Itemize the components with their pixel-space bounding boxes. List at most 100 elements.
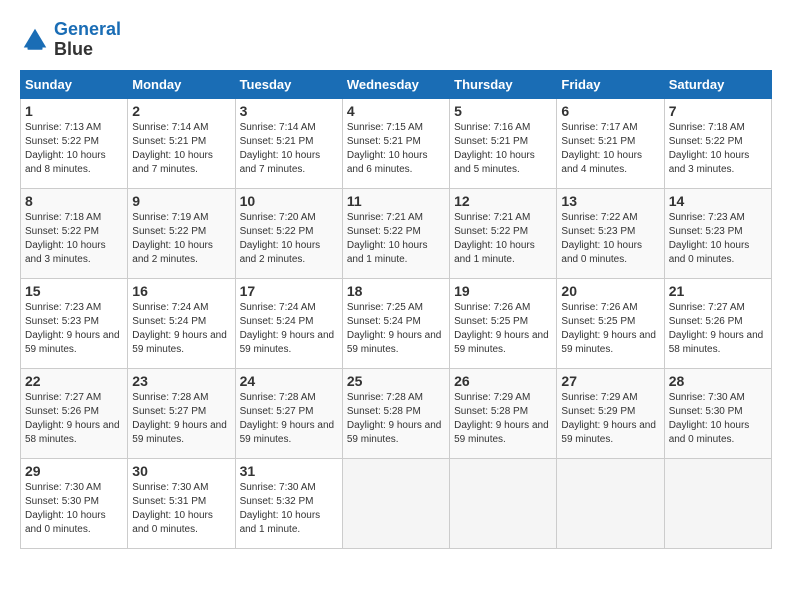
calendar-day: 25 Sunrise: 7:28 AM Sunset: 5:28 PM Dayl… <box>342 368 449 458</box>
day-number: 21 <box>669 283 767 299</box>
calendar-day: 11 Sunrise: 7:21 AM Sunset: 5:22 PM Dayl… <box>342 188 449 278</box>
logo: GeneralBlue <box>20 20 121 60</box>
calendar-day <box>664 458 771 548</box>
calendar-day: 20 Sunrise: 7:26 AM Sunset: 5:25 PM Dayl… <box>557 278 664 368</box>
day-number: 25 <box>347 373 445 389</box>
day-number: 20 <box>561 283 659 299</box>
day-info: Sunrise: 7:30 AM Sunset: 5:32 PM Dayligh… <box>240 481 338 537</box>
calendar-header: SundayMondayTuesdayWednesdayThursdayFrid… <box>21 70 772 98</box>
day-info: Sunrise: 7:21 AM Sunset: 5:22 PM Dayligh… <box>347 211 445 267</box>
logo-text: GeneralBlue <box>54 20 121 60</box>
calendar-day: 12 Sunrise: 7:21 AM Sunset: 5:22 PM Dayl… <box>450 188 557 278</box>
day-info: Sunrise: 7:19 AM Sunset: 5:22 PM Dayligh… <box>132 211 230 267</box>
calendar-day: 29 Sunrise: 7:30 AM Sunset: 5:30 PM Dayl… <box>21 458 128 548</box>
weekday-header-saturday: Saturday <box>664 70 771 98</box>
day-info: Sunrise: 7:18 AM Sunset: 5:22 PM Dayligh… <box>669 121 767 177</box>
day-info: Sunrise: 7:28 AM Sunset: 5:28 PM Dayligh… <box>347 391 445 447</box>
day-number: 26 <box>454 373 552 389</box>
calendar-week-3: 15 Sunrise: 7:23 AM Sunset: 5:23 PM Dayl… <box>21 278 772 368</box>
calendar-day: 5 Sunrise: 7:16 AM Sunset: 5:21 PM Dayli… <box>450 98 557 188</box>
calendar-day: 8 Sunrise: 7:18 AM Sunset: 5:22 PM Dayli… <box>21 188 128 278</box>
day-info: Sunrise: 7:24 AM Sunset: 5:24 PM Dayligh… <box>240 301 338 357</box>
day-info: Sunrise: 7:23 AM Sunset: 5:23 PM Dayligh… <box>669 211 767 267</box>
day-info: Sunrise: 7:26 AM Sunset: 5:25 PM Dayligh… <box>561 301 659 357</box>
calendar-day: 19 Sunrise: 7:26 AM Sunset: 5:25 PM Dayl… <box>450 278 557 368</box>
calendar-day <box>450 458 557 548</box>
day-number: 23 <box>132 373 230 389</box>
day-number: 6 <box>561 103 659 119</box>
day-number: 27 <box>561 373 659 389</box>
day-number: 29 <box>25 463 123 479</box>
day-info: Sunrise: 7:18 AM Sunset: 5:22 PM Dayligh… <box>25 211 123 267</box>
day-number: 24 <box>240 373 338 389</box>
calendar-day: 18 Sunrise: 7:25 AM Sunset: 5:24 PM Dayl… <box>342 278 449 368</box>
day-info: Sunrise: 7:25 AM Sunset: 5:24 PM Dayligh… <box>347 301 445 357</box>
calendar-day: 1 Sunrise: 7:13 AM Sunset: 5:22 PM Dayli… <box>21 98 128 188</box>
calendar-day: 15 Sunrise: 7:23 AM Sunset: 5:23 PM Dayl… <box>21 278 128 368</box>
calendar-week-4: 22 Sunrise: 7:27 AM Sunset: 5:26 PM Dayl… <box>21 368 772 458</box>
day-info: Sunrise: 7:27 AM Sunset: 5:26 PM Dayligh… <box>25 391 123 447</box>
weekday-header-monday: Monday <box>128 70 235 98</box>
logo-icon <box>20 25 50 55</box>
calendar-day: 9 Sunrise: 7:19 AM Sunset: 5:22 PM Dayli… <box>128 188 235 278</box>
weekday-header-tuesday: Tuesday <box>235 70 342 98</box>
day-number: 14 <box>669 193 767 209</box>
calendar-week-5: 29 Sunrise: 7:30 AM Sunset: 5:30 PM Dayl… <box>21 458 772 548</box>
calendar-day: 17 Sunrise: 7:24 AM Sunset: 5:24 PM Dayl… <box>235 278 342 368</box>
calendar-day <box>342 458 449 548</box>
calendar-day: 3 Sunrise: 7:14 AM Sunset: 5:21 PM Dayli… <box>235 98 342 188</box>
day-number: 13 <box>561 193 659 209</box>
calendar-day: 24 Sunrise: 7:28 AM Sunset: 5:27 PM Dayl… <box>235 368 342 458</box>
day-number: 17 <box>240 283 338 299</box>
day-number: 2 <box>132 103 230 119</box>
day-number: 9 <box>132 193 230 209</box>
day-number: 10 <box>240 193 338 209</box>
day-info: Sunrise: 7:14 AM Sunset: 5:21 PM Dayligh… <box>240 121 338 177</box>
day-number: 4 <box>347 103 445 119</box>
day-number: 28 <box>669 373 767 389</box>
calendar-day: 14 Sunrise: 7:23 AM Sunset: 5:23 PM Dayl… <box>664 188 771 278</box>
calendar-day: 31 Sunrise: 7:30 AM Sunset: 5:32 PM Dayl… <box>235 458 342 548</box>
day-number: 8 <box>25 193 123 209</box>
day-number: 15 <box>25 283 123 299</box>
day-info: Sunrise: 7:29 AM Sunset: 5:28 PM Dayligh… <box>454 391 552 447</box>
calendar-day: 28 Sunrise: 7:30 AM Sunset: 5:30 PM Dayl… <box>664 368 771 458</box>
calendar-day: 26 Sunrise: 7:29 AM Sunset: 5:28 PM Dayl… <box>450 368 557 458</box>
day-number: 3 <box>240 103 338 119</box>
day-number: 7 <box>669 103 767 119</box>
calendar-day: 10 Sunrise: 7:20 AM Sunset: 5:22 PM Dayl… <box>235 188 342 278</box>
day-info: Sunrise: 7:30 AM Sunset: 5:30 PM Dayligh… <box>669 391 767 447</box>
calendar-day <box>557 458 664 548</box>
calendar-body: 1 Sunrise: 7:13 AM Sunset: 5:22 PM Dayli… <box>21 98 772 548</box>
calendar-table: SundayMondayTuesdayWednesdayThursdayFrid… <box>20 70 772 549</box>
day-number: 1 <box>25 103 123 119</box>
day-info: Sunrise: 7:30 AM Sunset: 5:30 PM Dayligh… <box>25 481 123 537</box>
day-info: Sunrise: 7:13 AM Sunset: 5:22 PM Dayligh… <box>25 121 123 177</box>
day-number: 30 <box>132 463 230 479</box>
day-info: Sunrise: 7:23 AM Sunset: 5:23 PM Dayligh… <box>25 301 123 357</box>
calendar-week-1: 1 Sunrise: 7:13 AM Sunset: 5:22 PM Dayli… <box>21 98 772 188</box>
calendar-day: 7 Sunrise: 7:18 AM Sunset: 5:22 PM Dayli… <box>664 98 771 188</box>
day-info: Sunrise: 7:21 AM Sunset: 5:22 PM Dayligh… <box>454 211 552 267</box>
calendar-day: 16 Sunrise: 7:24 AM Sunset: 5:24 PM Dayl… <box>128 278 235 368</box>
day-info: Sunrise: 7:20 AM Sunset: 5:22 PM Dayligh… <box>240 211 338 267</box>
day-info: Sunrise: 7:15 AM Sunset: 5:21 PM Dayligh… <box>347 121 445 177</box>
calendar-day: 21 Sunrise: 7:27 AM Sunset: 5:26 PM Dayl… <box>664 278 771 368</box>
day-info: Sunrise: 7:28 AM Sunset: 5:27 PM Dayligh… <box>240 391 338 447</box>
day-info: Sunrise: 7:30 AM Sunset: 5:31 PM Dayligh… <box>132 481 230 537</box>
day-info: Sunrise: 7:17 AM Sunset: 5:21 PM Dayligh… <box>561 121 659 177</box>
weekday-header-friday: Friday <box>557 70 664 98</box>
page-header: GeneralBlue <box>20 20 772 60</box>
day-info: Sunrise: 7:26 AM Sunset: 5:25 PM Dayligh… <box>454 301 552 357</box>
calendar-day: 13 Sunrise: 7:22 AM Sunset: 5:23 PM Dayl… <box>557 188 664 278</box>
weekday-header-row: SundayMondayTuesdayWednesdayThursdayFrid… <box>21 70 772 98</box>
calendar-day: 6 Sunrise: 7:17 AM Sunset: 5:21 PM Dayli… <box>557 98 664 188</box>
weekday-header-thursday: Thursday <box>450 70 557 98</box>
weekday-header-sunday: Sunday <box>21 70 128 98</box>
day-number: 31 <box>240 463 338 479</box>
day-info: Sunrise: 7:14 AM Sunset: 5:21 PM Dayligh… <box>132 121 230 177</box>
calendar-day: 23 Sunrise: 7:28 AM Sunset: 5:27 PM Dayl… <box>128 368 235 458</box>
day-number: 12 <box>454 193 552 209</box>
day-info: Sunrise: 7:27 AM Sunset: 5:26 PM Dayligh… <box>669 301 767 357</box>
calendar-day: 4 Sunrise: 7:15 AM Sunset: 5:21 PM Dayli… <box>342 98 449 188</box>
